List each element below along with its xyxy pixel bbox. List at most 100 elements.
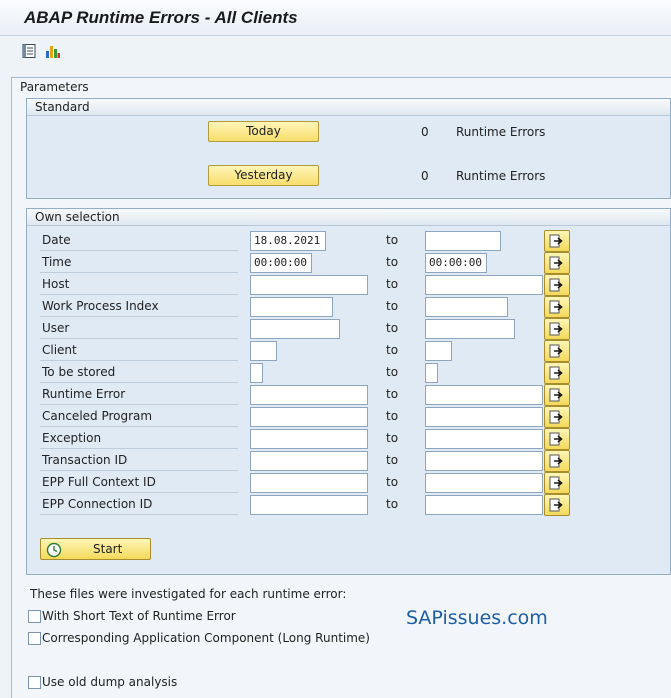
runtime-error-from-field[interactable]: [250, 385, 368, 405]
transaction-id-label: Transaction ID: [40, 450, 238, 471]
work-process-index-label: Work Process Index: [40, 296, 238, 317]
transaction-id-multiple-selection-button[interactable]: [544, 450, 570, 472]
arrow-right-icon: [549, 410, 563, 424]
chart-icon[interactable]: [45, 43, 61, 59]
runtime-error-label: Runtime Error: [40, 384, 238, 405]
arrow-right-icon: [549, 278, 563, 292]
host-from-field[interactable]: [250, 275, 368, 295]
time-to-label: to: [386, 255, 399, 269]
work-process-index-from-field[interactable]: [250, 297, 333, 317]
time-label: Time: [40, 252, 238, 273]
old-dump-label: Use old dump analysis: [42, 675, 178, 689]
arrow-right-icon: [549, 366, 563, 380]
old-dump-checkbox[interactable]: [28, 676, 41, 689]
to-be-stored-from-field[interactable]: [250, 363, 263, 383]
epp-connection-id-multiple-selection-button[interactable]: [544, 494, 570, 516]
yesterday-count: 0: [421, 169, 429, 183]
title-bar: ABAP Runtime Errors - All Clients: [0, 0, 671, 36]
date-to-label: to: [386, 233, 399, 247]
work-process-index-multiple-selection-button[interactable]: [544, 296, 570, 318]
host-multiple-selection-button[interactable]: [544, 274, 570, 296]
arrow-right-icon: [549, 234, 563, 248]
list-icon[interactable]: [21, 43, 37, 59]
today-runtime-errors-label: Runtime Errors: [456, 125, 546, 139]
arrow-right-icon: [549, 344, 563, 358]
user-to-field[interactable]: [425, 319, 515, 339]
user-to-label: to: [386, 321, 399, 335]
execute-clock-icon: [46, 542, 62, 558]
page-title: ABAP Runtime Errors - All Clients: [24, 8, 298, 27]
runtime-error-multiple-selection-button[interactable]: [544, 384, 570, 406]
arrow-right-icon: [549, 322, 563, 336]
epp-full-context-id-multiple-selection-button[interactable]: [544, 472, 570, 494]
arrow-right-icon: [549, 388, 563, 402]
to-be-stored-multiple-selection-button[interactable]: [544, 362, 570, 384]
epp-full-context-id-label: EPP Full Context ID: [40, 472, 238, 493]
arrow-right-icon: [549, 432, 563, 446]
parameters-title: Parameters: [20, 80, 89, 94]
canceled-program-multiple-selection-button[interactable]: [544, 406, 570, 428]
component-checkbox[interactable]: [28, 632, 41, 645]
today-count: 0: [421, 125, 429, 139]
host-to-field[interactable]: [425, 275, 543, 295]
epp-connection-id-to-label: to: [386, 497, 399, 511]
epp-connection-id-label: EPP Connection ID: [40, 494, 238, 515]
component-label: Corresponding Application Component (Lon…: [42, 631, 370, 645]
client-from-field[interactable]: [250, 341, 277, 361]
to-be-stored-to-field[interactable]: [425, 363, 438, 383]
short-text-label: With Short Text of Runtime Error: [42, 609, 236, 623]
date-to-field[interactable]: [425, 231, 501, 251]
today-button[interactable]: Today: [208, 121, 319, 142]
client-to-label: to: [386, 343, 399, 357]
canceled-program-to-field[interactable]: [425, 407, 543, 427]
epp-full-context-id-to-label: to: [386, 475, 399, 489]
epp-full-context-id-from-field[interactable]: [250, 473, 368, 493]
user-from-field[interactable]: [250, 319, 340, 339]
client-label: Client: [40, 340, 238, 361]
watermark: SAPissues.com: [406, 607, 548, 629]
exception-to-field[interactable]: [425, 429, 543, 449]
date-from-field[interactable]: 18.08.2021: [250, 231, 326, 251]
to-be-stored-to-label: to: [386, 365, 399, 379]
arrow-right-icon: [549, 300, 563, 314]
start-button[interactable]: Start: [40, 538, 151, 560]
exception-to-label: to: [386, 431, 399, 445]
date-multiple-selection-button[interactable]: [544, 230, 570, 252]
time-multiple-selection-button[interactable]: [544, 252, 570, 274]
canceled-program-to-label: to: [386, 409, 399, 423]
transaction-id-to-field[interactable]: [425, 451, 543, 471]
time-from-field[interactable]: 00:00:00: [250, 253, 312, 273]
exception-label: Exception: [40, 428, 238, 449]
time-to-field[interactable]: 00:00:00: [425, 253, 487, 273]
canceled-program-from-field[interactable]: [250, 407, 368, 427]
client-to-field[interactable]: [425, 341, 452, 361]
short-text-checkbox[interactable]: [28, 610, 41, 623]
arrow-right-icon: [549, 454, 563, 468]
user-label: User: [40, 318, 238, 339]
yesterday-runtime-errors-label: Runtime Errors: [456, 169, 546, 183]
standard-group: Standard: [26, 98, 671, 199]
epp-full-context-id-to-field[interactable]: [425, 473, 543, 493]
arrow-right-icon: [549, 256, 563, 270]
work-process-index-to-field[interactable]: [425, 297, 508, 317]
work-process-index-to-label: to: [386, 299, 399, 313]
date-label: Date: [40, 230, 238, 251]
host-to-label: to: [386, 277, 399, 291]
epp-connection-id-to-field[interactable]: [425, 495, 543, 515]
canceled-program-label: Canceled Program: [40, 406, 238, 427]
to-be-stored-label: To be stored: [40, 362, 238, 383]
runtime-error-to-field[interactable]: [425, 385, 543, 405]
yesterday-button[interactable]: Yesterday: [208, 165, 319, 186]
user-multiple-selection-button[interactable]: [544, 318, 570, 340]
exception-multiple-selection-button[interactable]: [544, 428, 570, 450]
epp-connection-id-from-field[interactable]: [250, 495, 368, 515]
transaction-id-to-label: to: [386, 453, 399, 467]
runtime-error-to-label: to: [386, 387, 399, 401]
start-label: Start: [93, 542, 123, 556]
transaction-id-from-field[interactable]: [250, 451, 368, 471]
client-multiple-selection-button[interactable]: [544, 340, 570, 362]
exception-from-field[interactable]: [250, 429, 368, 449]
arrow-right-icon: [549, 498, 563, 512]
host-label: Host: [40, 274, 238, 295]
toolbar: [0, 36, 671, 68]
